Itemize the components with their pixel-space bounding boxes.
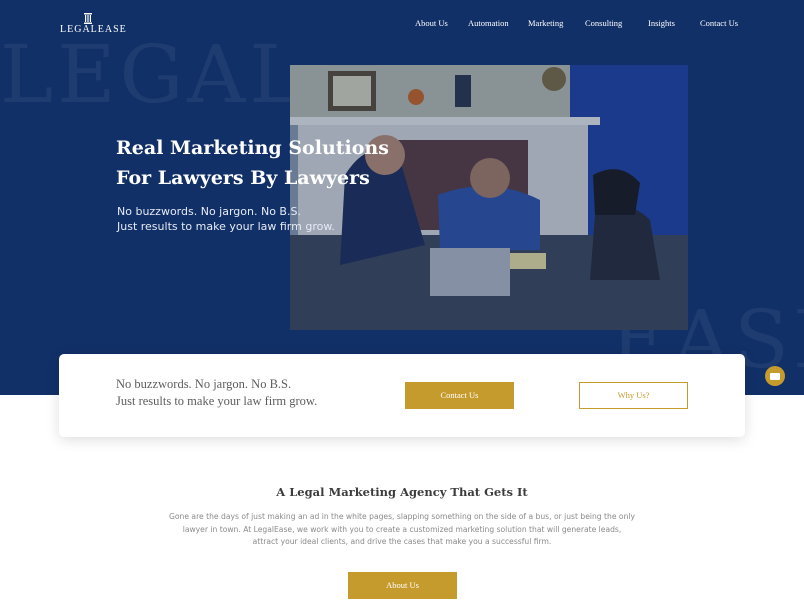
section-title: A Legal Marketing Agency That Gets It — [276, 485, 528, 499]
nav-marketing[interactable]: Marketing — [528, 18, 563, 28]
hero-subtext-line-2: Just results to make your law firm grow. — [117, 220, 335, 233]
cta-card-line-1: No buzzwords. No jargon. No B.S. — [116, 377, 292, 391]
hero-headline: Real Marketing Solutions For Lawyers By … — [116, 133, 416, 193]
watermark-legal: LEGAL — [0, 28, 307, 121]
hero-photo-illustration — [290, 65, 688, 330]
site-logo[interactable]: LEGALEASE — [60, 13, 126, 39]
nav-consulting[interactable]: Consulting — [585, 18, 622, 28]
nav-insights[interactable]: Insights — [648, 18, 675, 28]
section-body-line-2: lawyer in town. At LegalEase, we work wi… — [182, 524, 622, 534]
section-body-line-1: Gone are the days of just making an ad i… — [169, 512, 635, 521]
hero-subtext: No buzzwords. No jargon. No B.S. Just re… — [117, 204, 377, 234]
cta-card-line-2: Just results to make your law firm grow. — [116, 394, 318, 408]
pillar-icon — [84, 13, 92, 24]
why-us-button[interactable]: Why Us? — [579, 382, 688, 409]
section-body-line-3: attract your ideal clients, and drive th… — [252, 537, 552, 546]
hero-section: LEGAL EASE LEGALEASE About Us Automation… — [0, 0, 804, 395]
nav-contact-us[interactable]: Contact Us — [700, 18, 738, 28]
hero-photo — [290, 65, 688, 330]
contact-us-button[interactable]: Contact Us — [405, 382, 514, 409]
chat-button[interactable] — [765, 366, 785, 386]
hero-headline-line-2: For Lawyers By Lawyers — [116, 167, 370, 189]
chat-icon — [770, 373, 780, 380]
nav-automation[interactable]: Automation — [468, 18, 509, 28]
nav-about-us[interactable]: About Us — [415, 18, 448, 28]
hero-subtext-line-1: No buzzwords. No jargon. No B.S. — [117, 205, 301, 218]
cta-card: No buzzwords. No jargon. No B.S. Just re… — [59, 354, 745, 437]
logo-text: LEGALEASE — [60, 24, 127, 35]
hero-headline-line-1: Real Marketing Solutions — [116, 137, 389, 159]
cta-card-text: No buzzwords. No jargon. No B.S. Just re… — [116, 376, 317, 410]
about-us-button[interactable]: About Us — [348, 572, 457, 599]
section-body: Gone are the days of just making an ad i… — [160, 511, 644, 549]
